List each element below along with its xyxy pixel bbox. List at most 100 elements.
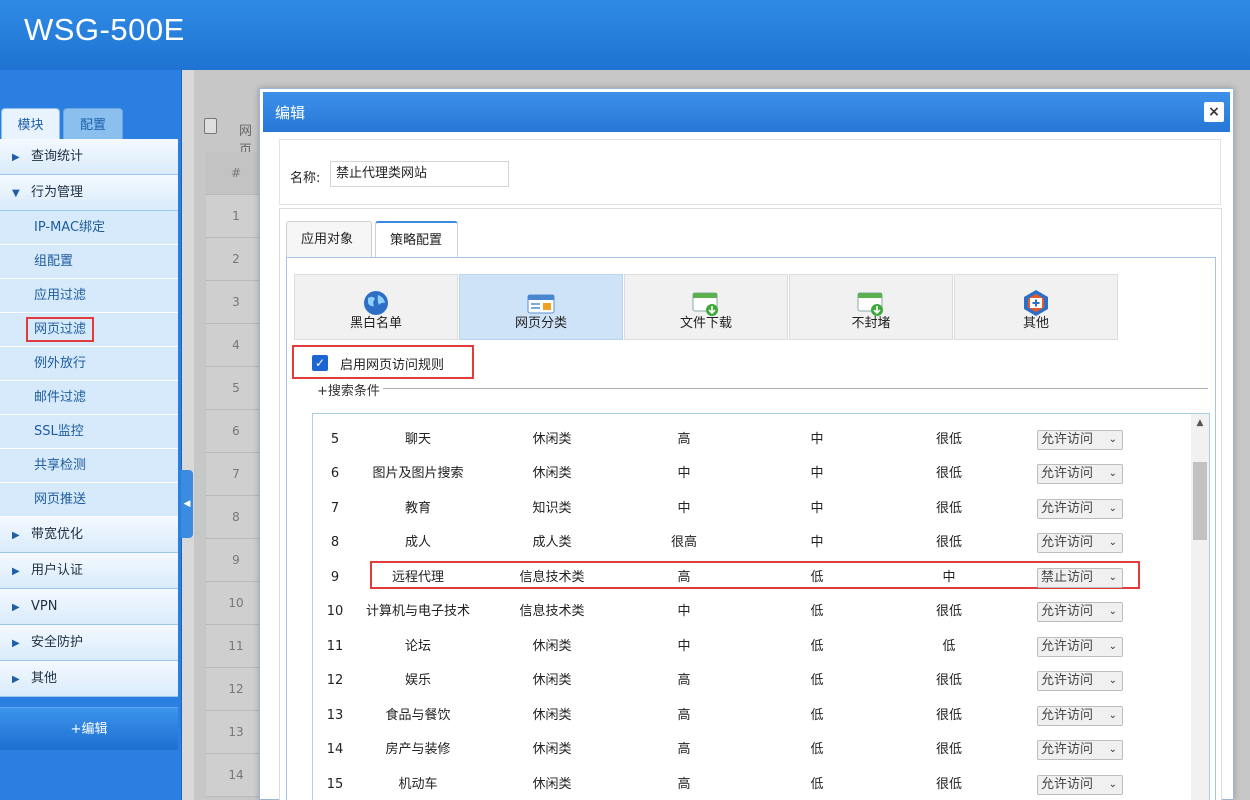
row-level-2: 低 — [810, 673, 824, 688]
close-icon[interactable]: × — [1204, 102, 1224, 122]
submenu-ssl-monitor[interactable]: SSL监控 — [0, 415, 178, 449]
row-number: 8 — [330, 535, 340, 550]
tile-no-block[interactable]: 不封堵 — [789, 274, 953, 340]
select-value: 允许访问 — [1041, 501, 1094, 516]
background-row-num: 14 — [206, 754, 266, 797]
menu-behavior-management[interactable]: ▼ 行为管理 — [0, 175, 178, 211]
row-level-2: 中 — [810, 432, 824, 447]
row-level-1: 高 — [677, 708, 691, 723]
row-action-select[interactable]: 允许访问 ⌄ — [1037, 671, 1123, 691]
row-level-3: 低 — [942, 639, 956, 654]
row-class: 信息技术类 — [519, 604, 585, 619]
caret-down-icon: ▼ — [12, 188, 20, 199]
menu-other[interactable]: ▶ 其他 — [0, 661, 178, 697]
background-row-num: 7 — [206, 453, 266, 496]
scroll-up-icon[interactable]: ▲ — [1191, 414, 1209, 432]
tile-black-white-list[interactable]: 黑白名单 — [294, 274, 458, 340]
list-row: 7 教育 知识类 中 中 很低 允许访问 ⌄ — [313, 492, 1191, 526]
menu-label: 行为管理 — [31, 185, 84, 200]
tab-apply-object[interactable]: 应用对象 — [286, 221, 372, 257]
menu-bandwidth[interactable]: ▶ 带宽优化 — [0, 517, 178, 553]
menu-vpn[interactable]: ▶ VPN — [0, 589, 178, 625]
row-category-name: 成人 — [404, 535, 431, 550]
submenu-exception[interactable]: 例外放行 — [0, 347, 178, 381]
row-class: 信息技术类 — [519, 570, 585, 585]
tile-other[interactable]: 其他 — [954, 274, 1118, 340]
submenu-app-filter[interactable]: 应用过滤 — [0, 279, 178, 313]
background-table-header: # — [206, 152, 266, 195]
menu-user-auth[interactable]: ▶ 用户认证 — [0, 553, 178, 589]
select-value: 允许访问 — [1041, 639, 1094, 654]
row-level-1: 高 — [677, 742, 691, 757]
caret-right-icon: ▶ — [12, 674, 20, 685]
row-class: 休闲类 — [532, 639, 572, 654]
row-action-select[interactable]: 允许访问 ⌄ — [1037, 637, 1123, 657]
row-action-select[interactable]: 允许访问 ⌄ — [1037, 775, 1123, 795]
row-level-1: 中 — [677, 604, 691, 619]
row-number: 7 — [330, 501, 340, 516]
sidebar-collapse-handle[interactable]: ◀ — [181, 470, 193, 538]
submenu-label: 邮件过滤 — [34, 390, 87, 405]
chevron-down-icon: ⌄ — [1108, 503, 1117, 514]
tab-policy-config[interactable]: 策略配置 — [375, 221, 458, 258]
row-action-select[interactable]: 允许访问 ⌄ — [1037, 499, 1123, 519]
chevron-down-icon: ⌄ — [1108, 537, 1117, 548]
row-level-2: 低 — [810, 742, 824, 757]
search-conditions-toggle[interactable]: +搜索条件 — [314, 380, 383, 399]
submenu-group-config[interactable]: 组配置 — [0, 245, 178, 279]
tile-label: 文件下载 — [679, 316, 732, 331]
tile-file-download[interactable]: 文件下载 — [624, 274, 788, 340]
row-action-select[interactable]: 允许访问 ⌄ — [1037, 464, 1123, 484]
row-number: 11 — [326, 639, 344, 654]
row-action-select[interactable]: 允许访问 ⌄ — [1037, 740, 1123, 760]
submenu-label: IP-MAC绑定 — [34, 220, 106, 235]
tile-web-category[interactable]: 网页分类 — [459, 274, 623, 340]
list-row: 8 成人 成人类 很高 中 很低 允许访问 ⌄ — [313, 526, 1191, 560]
list-row: 14 房产与装修 休闲类 高 低 很低 允许访问 ⌄ — [313, 733, 1191, 767]
select-value: 允许访问 — [1041, 466, 1094, 481]
list-row: 15 机动车 休闲类 高 低 很低 允许访问 ⌄ — [313, 768, 1191, 800]
row-level-2: 中 — [810, 501, 824, 516]
submenu-ip-mac[interactable]: IP-MAC绑定 — [0, 211, 178, 245]
chevron-down-icon: ⌄ — [1108, 675, 1117, 686]
row-action-select[interactable]: 禁止访问 ⌄ — [1037, 568, 1123, 588]
row-level-2: 低 — [810, 604, 824, 619]
tile-label: 不封堵 — [851, 316, 891, 331]
row-action-select[interactable]: 允许访问 ⌄ — [1037, 533, 1123, 553]
submenu-share-detect[interactable]: 共享检测 — [0, 449, 178, 483]
submenu-web-filter[interactable]: 网页过滤 — [0, 313, 178, 347]
chevron-down-icon: ⌄ — [1108, 468, 1117, 479]
app-header: WSG-500E — [0, 0, 1250, 70]
tab-module[interactable]: 模块 — [1, 108, 60, 140]
name-label: 名称: — [290, 171, 321, 186]
edit-button[interactable]: +编辑 — [0, 707, 178, 750]
row-level-2: 中 — [810, 466, 824, 481]
tab-config[interactable]: 配置 — [63, 108, 123, 140]
submenu-label: 网页过滤 — [25, 317, 95, 342]
row-category-name: 远程代理 — [391, 570, 444, 585]
select-value: 允许访问 — [1041, 708, 1094, 723]
row-level-3: 很低 — [935, 535, 962, 550]
submenu-mail-filter[interactable]: 邮件过滤 — [0, 381, 178, 415]
row-level-3: 很低 — [935, 673, 962, 688]
background-row-num: 13 — [206, 711, 266, 754]
chevron-down-icon: ⌄ — [1108, 710, 1117, 721]
row-class: 休闲类 — [532, 708, 572, 723]
menu-query-stats[interactable]: ▶ 查询统计 — [0, 139, 178, 175]
caret-right-icon: ▶ — [12, 638, 20, 649]
row-category-name: 机动车 — [398, 777, 438, 792]
scroll-thumb[interactable] — [1193, 462, 1207, 540]
name-input[interactable]: 禁止代理类网站 — [330, 161, 509, 187]
row-action-select[interactable]: 允许访问 ⌄ — [1037, 706, 1123, 726]
list-scrollbar[interactable]: ▲ — [1191, 414, 1209, 800]
row-level-2: 低 — [810, 777, 824, 792]
background-row-num: 12 — [206, 668, 266, 711]
menu-security[interactable]: ▶ 安全防护 — [0, 625, 178, 661]
background-row-num: 11 — [206, 625, 266, 668]
row-action-select[interactable]: 允许访问 ⌄ — [1037, 602, 1123, 622]
submenu-web-push[interactable]: 网页推送 — [0, 483, 178, 517]
menu-label: 安全防护 — [31, 635, 84, 650]
enable-rule-checkbox[interactable]: ✓ — [312, 355, 328, 371]
row-action-select[interactable]: 允许访问 ⌄ — [1037, 430, 1123, 450]
search-divider — [314, 388, 1208, 389]
